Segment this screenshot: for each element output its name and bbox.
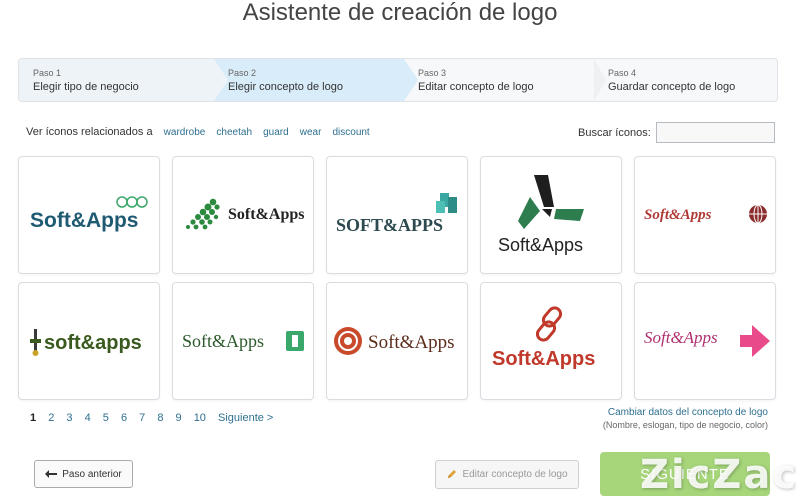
related-tag[interactable]: wardrobe xyxy=(164,127,206,138)
logo-card-4[interactable]: Soft&Apps xyxy=(480,156,622,274)
logo-text: SOFT&APPS xyxy=(336,215,443,235)
related-tag[interactable]: guard xyxy=(263,127,289,138)
related-icons: Ver íconos relacionados a wardrobe cheet… xyxy=(26,126,370,138)
page-link[interactable]: 6 xyxy=(121,412,127,424)
logo-4: Soft&Apps xyxy=(498,175,584,255)
next-button-label: SIGUIENTE xyxy=(640,465,730,483)
related-tag[interactable]: discount xyxy=(332,127,369,138)
change-concept-link[interactable]: Cambiar datos del concepto de logo xyxy=(608,407,768,418)
step-3[interactable]: Paso 3 Editar concepto de logo xyxy=(404,59,594,101)
page-link[interactable]: 4 xyxy=(85,412,91,424)
related-tag[interactable]: cheetah xyxy=(216,127,252,138)
logo-8: Soft&Apps xyxy=(334,327,455,355)
logo-text: Soft&Apps xyxy=(644,207,712,223)
next-page-link[interactable]: Siguiente > xyxy=(218,412,273,424)
step-1[interactable]: Paso 1 Elegir tipo de negocio xyxy=(19,59,214,101)
logo-text: Soft&Apps xyxy=(30,209,139,232)
page-link[interactable]: 3 xyxy=(66,412,72,424)
logo-3: SOFT&APPS xyxy=(336,193,457,235)
logo-text: Soft&Apps xyxy=(368,332,455,353)
logo-text: Soft&Apps xyxy=(182,331,264,351)
step-divider xyxy=(404,59,418,101)
previous-step-button[interactable]: Paso anterior xyxy=(34,460,133,488)
step-divider xyxy=(594,59,606,101)
step-number: Paso 3 xyxy=(418,68,447,78)
logo-text: Soft&Apps xyxy=(644,328,718,347)
logo-card-5[interactable]: Soft&Apps xyxy=(634,156,776,274)
logo-card-8[interactable]: Soft&Apps xyxy=(326,282,468,400)
page-link[interactable]: 5 xyxy=(103,412,109,424)
logo-card-7[interactable]: Soft&Apps xyxy=(172,282,314,400)
logo-9: Soft&Apps xyxy=(492,306,595,370)
logo-card-3[interactable]: SOFT&APPS xyxy=(326,156,468,274)
page-link[interactable]: 1 xyxy=(30,412,36,424)
logo-7: Soft&Apps xyxy=(182,331,304,351)
page-link[interactable]: 9 xyxy=(176,412,182,424)
page-link[interactable]: 10 xyxy=(194,412,206,424)
next-button[interactable]: SIGUIENTE xyxy=(600,452,770,496)
step-label: Elegir tipo de negocio xyxy=(33,81,139,93)
logo-text: Soft&Apps xyxy=(492,348,595,370)
logo-6: soft&apps xyxy=(30,329,142,356)
step-label: Elegir concepto de logo xyxy=(228,81,343,93)
logo-5: Soft&Apps xyxy=(644,204,767,224)
page-link[interactable]: 2 xyxy=(48,412,54,424)
related-label: Ver íconos relacionados a xyxy=(26,126,153,138)
logo-1: Soft&Apps xyxy=(30,196,148,232)
step-label: Editar concepto de logo xyxy=(418,81,534,93)
step-number: Paso 2 xyxy=(228,68,257,78)
logo-text: Soft&Apps xyxy=(498,235,583,255)
step-label: Guardar concepto de logo xyxy=(608,81,736,93)
edit-concept-label: Editar concepto de logo xyxy=(462,469,568,480)
search-label: Buscar íconos: xyxy=(578,127,651,139)
wizard-steps: Paso 1 Elegir tipo de negocio Paso 2 Ele… xyxy=(18,58,778,102)
pagination: 1 2 3 4 5 6 7 8 9 10 Siguiente > xyxy=(30,412,282,424)
arrow-left-icon xyxy=(45,470,58,478)
step-2[interactable]: Paso 2 Elegir concepto de logo xyxy=(214,59,404,101)
related-tag[interactable]: wear xyxy=(300,127,322,138)
search-input[interactable] xyxy=(656,122,775,143)
logo-card-1[interactable]: Soft&Apps xyxy=(18,156,160,274)
page-title: Asistente de creación de logo xyxy=(242,0,558,26)
logo-text: soft&apps xyxy=(44,332,142,354)
step-divider xyxy=(214,59,228,101)
logo-10: Soft&Apps xyxy=(644,325,770,357)
step-number: Paso 4 xyxy=(608,68,637,78)
page-link[interactable]: 7 xyxy=(139,412,145,424)
pencil-icon xyxy=(448,470,457,478)
logo-text: Soft&Apps xyxy=(228,206,304,223)
logo-card-6[interactable]: soft&apps xyxy=(18,282,160,400)
previous-step-label: Paso anterior xyxy=(62,468,122,480)
edit-concept-button[interactable]: Editar concepto de logo xyxy=(435,460,579,489)
step-number: Paso 1 xyxy=(33,68,62,78)
page-link[interactable]: 8 xyxy=(157,412,163,424)
step-4[interactable]: Paso 4 Guardar concepto de logo xyxy=(594,59,777,101)
logo-card-2[interactable]: Soft&Apps xyxy=(172,156,314,274)
logo-card-10[interactable]: Soft&Apps xyxy=(634,282,776,400)
change-concept-hint: (Nombre, eslogan, tipo de negocio, color… xyxy=(602,420,768,430)
logo-card-9[interactable]: Soft&Apps xyxy=(480,282,622,400)
logo-2: Soft&Apps xyxy=(186,198,304,230)
